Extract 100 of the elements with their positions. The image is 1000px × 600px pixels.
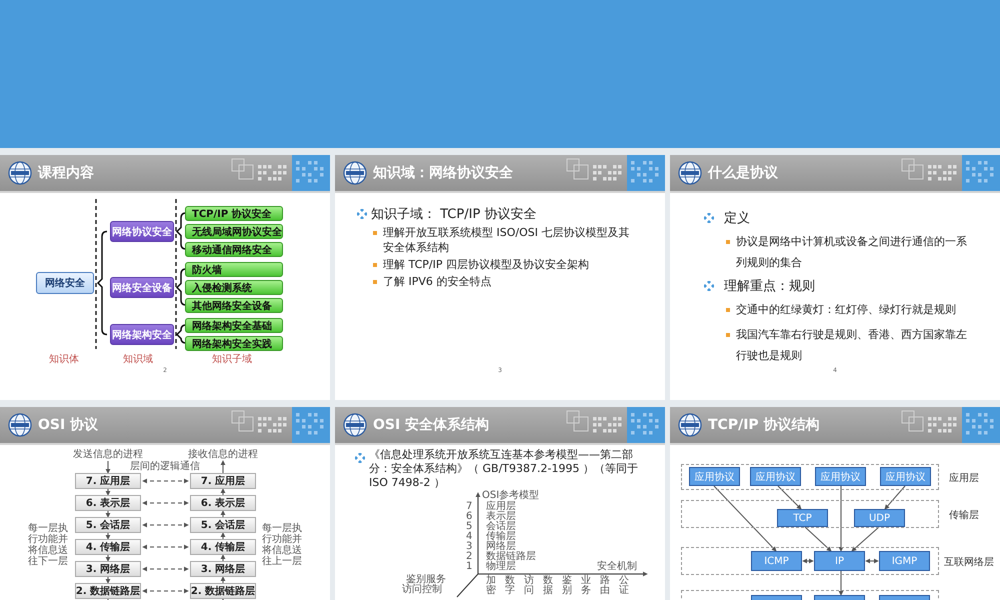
connector-arrow (838, 570, 844, 596)
layer-box: 2. 数据链路层 (190, 583, 256, 599)
subdomain-node: TCP/IP 协议安全 (185, 206, 283, 221)
bullet-text: 了解 IPV6 的安全特点 (383, 274, 492, 289)
bullet-text: 《信息处理系统开放系统互连基本参考模型——第二部分：安全体系结构》（ GB/T9387.2-1995 ）（等同于 ISO 7498-2 ） (369, 448, 638, 489)
layer-name: 网络层 (486, 542, 516, 552)
bullet-icon (726, 308, 730, 312)
dashed-arrow (142, 478, 189, 484)
bullet-icon (357, 209, 367, 219)
bullet-text: 我国汽车靠右行驶是规则、香港、西方国家靠左行驶也是规则 (736, 327, 968, 364)
process-label: 发送信息的进程 (73, 449, 143, 460)
layer-box: 4. 传输层 (75, 539, 141, 555)
process-label: 接收信息的进程 (188, 449, 258, 460)
protocol-box: UDP (854, 509, 905, 527)
layer-name: 应用层 (486, 502, 516, 512)
layer-number: 2 (466, 552, 472, 562)
protocol-box: ICMP (751, 551, 802, 571)
connector-arrow (838, 486, 844, 552)
protocol-box: 应用协议 (880, 467, 931, 486)
protocol-box: 应用协议 (689, 467, 740, 486)
globe-icon (678, 161, 702, 185)
topic-node: 网络安全 (36, 272, 94, 294)
layer-name: 物理层 (486, 562, 516, 572)
layer-number: 3 (466, 542, 472, 552)
layer-name: 传输层 (486, 532, 516, 542)
bullet-text: 知识子域： TCP/IP 协议安全 (371, 206, 536, 223)
protocol-box: 应用协议 (815, 467, 866, 486)
connector-arrow (851, 526, 880, 552)
mechanism-label: 访问 (524, 576, 534, 596)
bullet-icon (355, 453, 365, 463)
mechanism-label: 数字 (505, 576, 515, 596)
layer-number: 1 (466, 562, 472, 572)
layer-label: 传输层 (949, 509, 979, 522)
mechanism-label: 业务 (581, 576, 591, 596)
axis-title: 安全机制 (597, 562, 637, 572)
mechanism-label: 公证 (619, 576, 629, 596)
bullet-icon (704, 281, 714, 291)
subdomain-node: 防火墙 (185, 262, 283, 277)
layer-label: 互联网络层 (944, 556, 994, 569)
axis-title: OSI参考模型 (482, 491, 540, 501)
globe-icon (8, 161, 32, 185)
layer-name: 表示层 (486, 512, 516, 522)
dashed-arrow (142, 544, 189, 550)
brace-drawing (176, 212, 186, 250)
layer-box: 5. 会话层 (75, 517, 141, 533)
slide-title: 知识域：网络协议安全 (373, 164, 514, 182)
subdomain-node: 入侵检测系统 (185, 280, 283, 295)
subdomain-node: 移动通信网络安全 (185, 242, 283, 257)
axis-line (456, 574, 478, 598)
brace-drawing (176, 268, 186, 306)
bullet-text: 定义 (724, 210, 750, 227)
slide-title: TCP/IP 协议结构 (708, 416, 821, 434)
layer-name: 数据链路层 (486, 552, 536, 562)
layer-number: 6 (466, 512, 472, 522)
bullet-icon (704, 213, 714, 223)
protocol-box: 应用协议 (750, 467, 801, 486)
connector-arrow (884, 486, 906, 510)
bullet-text: 理解 TCP/IP 四层协议模型及协议安全架构 (383, 257, 590, 272)
bullet-icon (726, 240, 730, 244)
slide-title: OSI 安全体系结构 (373, 416, 490, 434)
layer-number: 4 (466, 532, 472, 542)
subdomain-node: 其他网络安全设备 (185, 298, 283, 313)
mechanism-label: 加密 (486, 576, 496, 596)
slide-title: 什么是协议 (708, 164, 779, 182)
bullet-text: 理解重点：规则 (724, 278, 815, 295)
connector-arrow (804, 526, 832, 552)
layer-box: 6. 表示层 (75, 495, 141, 511)
dashed-arrow (142, 588, 189, 594)
layer-label: 应用层 (949, 472, 979, 485)
globe-icon (8, 413, 32, 437)
mechanism-label: 鉴别 (562, 576, 572, 596)
domain-node: 网络架构安全 (110, 324, 174, 345)
mechanism-label: 数据 (543, 576, 553, 596)
column-caption: 知识子域 (212, 352, 252, 366)
side-note: 每一层执行功能并将信息送往下一层 (28, 523, 68, 567)
layer-box: 3. 网络层 (75, 561, 141, 577)
slide-title: 课程内容 (38, 164, 95, 182)
layer-box: 6. 表示层 (190, 495, 256, 511)
side-note: 每一层执行功能并将信息送往上一层 (262, 523, 302, 567)
subdomain-node: 无线局域网协议安全 (185, 224, 283, 239)
service-label: 访问控制 (402, 585, 442, 595)
layer-number: 7 (466, 502, 472, 512)
layer-box: 4. 传输层 (190, 539, 256, 555)
layer-box: 5. 会话层 (190, 517, 256, 533)
bullet-icon (726, 333, 730, 337)
globe-icon (343, 413, 367, 437)
slide-title: OSI 协议 (38, 416, 100, 434)
subdomain-node: 网络架构安全基础 (185, 318, 283, 333)
connector-arrow (802, 558, 814, 564)
peer-label: 层间的逻辑通信 (130, 461, 200, 472)
globe-icon (343, 161, 367, 185)
protocol-box: IP (814, 551, 865, 571)
domain-node: 网络协议安全 (110, 221, 174, 242)
protocol-box: IGMP (879, 551, 930, 571)
bullet-icon (373, 280, 377, 284)
column-caption: 知识体 (49, 353, 79, 366)
dashed-arrow (142, 566, 189, 572)
layer-box: 3. 网络层 (190, 561, 256, 577)
layer-name: 会话层 (486, 522, 516, 532)
layer-number: 5 (466, 522, 472, 532)
